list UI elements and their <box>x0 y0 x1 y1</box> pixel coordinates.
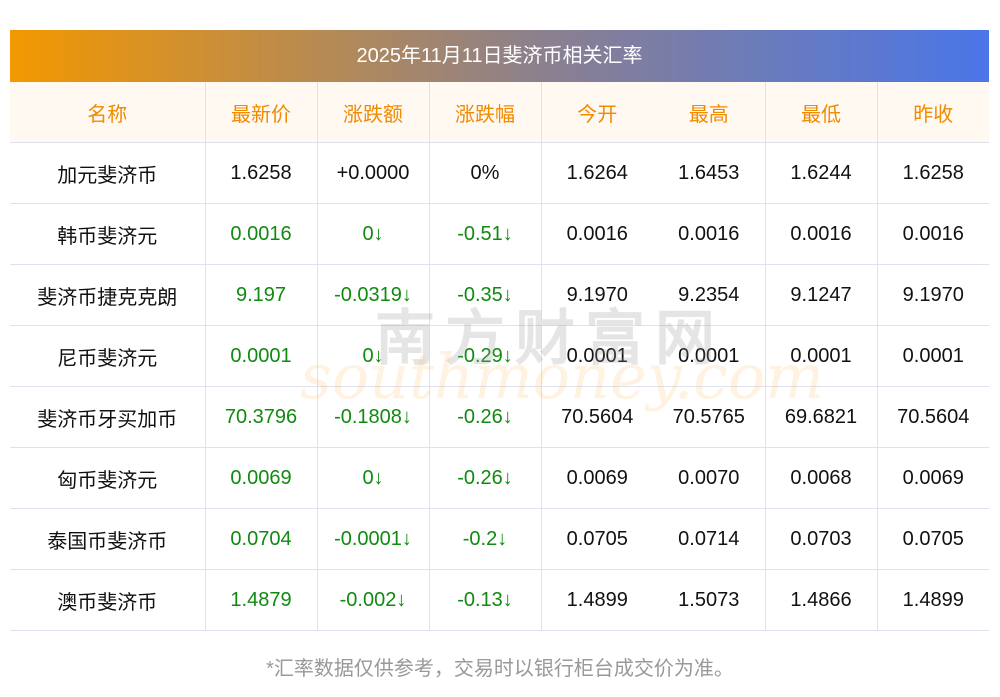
rate-cell: 0.0705 <box>877 508 989 570</box>
rate-cell: 1.6264 <box>541 142 653 204</box>
currency-pair-name: 泰国币斐济币 <box>10 508 206 570</box>
rate-cell: -0.35↓ <box>429 264 542 326</box>
table-row: 尼币斐济元 0.0001 0↓ -0.29↓ 0.0001 0.0001 0.0001 0.0… <box>10 325 989 387</box>
rate-cell: 0.0001 <box>877 325 989 387</box>
column-header: 涨跌额 <box>317 82 430 143</box>
rate-cell: 0.0068 <box>765 447 878 509</box>
rate-cell: 1.6258 <box>205 142 318 204</box>
rate-cell: 70.5765 <box>653 386 766 448</box>
rate-cell: 0.0001 <box>765 325 878 387</box>
rate-cell: 0.0069 <box>877 447 989 509</box>
rate-cell: -0.1808↓ <box>317 386 430 448</box>
table-row: 加元斐济币 1.6258 +0.0000 0% 1.6264 1.6453 1.6244 1.… <box>10 142 989 204</box>
rate-cell: 1.6244 <box>765 142 878 204</box>
rate-cell: 1.5073 <box>653 569 766 631</box>
rate-cell: 0.0703 <box>765 508 878 570</box>
rate-cell: 0% <box>429 142 542 204</box>
rate-cell: -0.002↓ <box>317 569 430 631</box>
rate-cell: 1.4899 <box>877 569 989 631</box>
rate-cell: 0.0001 <box>653 325 766 387</box>
rate-cell: 0.0704 <box>205 508 318 570</box>
rate-cell: 1.6453 <box>653 142 766 204</box>
currency-pair-name: 尼币斐济元 <box>10 325 206 387</box>
exchange-rate-table: 名称 最新价 涨跌额 涨跌幅 今开 最高 最低 昨收 加元斐济币 1.6258 +0.0000 0%… <box>10 82 989 631</box>
column-header: 最低 <box>765 82 878 143</box>
rate-cell: 0.0070 <box>653 447 766 509</box>
table-row: 韩币斐济元 0.0016 0↓ -0.51↓ 0.0016 0.0016 0.0016 0.0… <box>10 203 989 265</box>
rate-cell: 70.3796 <box>205 386 318 448</box>
rate-cell: 9.1970 <box>541 264 653 326</box>
rate-cell: 69.6821 <box>765 386 878 448</box>
rate-cell: 1.4899 <box>541 569 653 631</box>
currency-pair-name: 韩币斐济元 <box>10 203 206 265</box>
rate-cell: 70.5604 <box>541 386 653 448</box>
rate-cell: -0.2↓ <box>429 508 542 570</box>
rate-cell: 0.0001 <box>541 325 653 387</box>
rate-cell: 1.4866 <box>765 569 878 631</box>
rate-cell: -0.0001↓ <box>317 508 430 570</box>
currency-pair-name: 斐济币捷克克朗 <box>10 264 206 326</box>
rate-cell: -0.0319↓ <box>317 264 430 326</box>
rate-cell: 0↓ <box>317 203 430 265</box>
table-row: 澳币斐济币 1.4879 -0.002↓ -0.13↓ 1.4899 1.5073 1.48… <box>10 569 989 631</box>
rate-cell: 0.0069 <box>205 447 318 509</box>
page-title: 2025年11月11日斐济币相关汇率 <box>10 30 989 82</box>
column-header: 最高 <box>653 82 766 143</box>
rate-cell: 0.0016 <box>877 203 989 265</box>
rate-cell: 0.0016 <box>765 203 878 265</box>
column-header: 涨跌幅 <box>429 82 542 143</box>
table-row: 斐济币牙买加币 70.3796 -0.1808↓ -0.26↓ 70.5604 70.57… <box>10 386 989 448</box>
rate-cell: 0↓ <box>317 447 430 509</box>
currency-pair-name: 匈币斐济元 <box>10 447 206 509</box>
rate-cell: 1.4879 <box>205 569 318 631</box>
rate-cell: -0.13↓ <box>429 569 542 631</box>
column-header: 昨收 <box>877 82 989 143</box>
rate-cell: 70.5604 <box>877 386 989 448</box>
rate-cell: 1.6258 <box>877 142 989 204</box>
rate-cell: 0.0069 <box>541 447 653 509</box>
rate-cell: 0.0016 <box>205 203 318 265</box>
rate-cell: +0.0000 <box>317 142 430 204</box>
rate-cell: -0.26↓ <box>429 386 542 448</box>
disclaimer: *汇率数据仅供参考，交易时以银行柜台成交价为准。 <box>266 658 734 680</box>
rate-cell: -0.26↓ <box>429 447 542 509</box>
table-row: 泰国币斐济币 0.0704 -0.0001↓ -0.2↓ 0.0705 0.0714 0.0… <box>10 508 989 570</box>
currency-pair-name: 加元斐济币 <box>10 142 206 204</box>
table-row: 斐济币捷克克朗 9.197 -0.0319↓ -0.35↓ 9.1970 9.2354 9.… <box>10 264 989 326</box>
rate-cell: 0↓ <box>317 325 430 387</box>
rate-cell: 0.0016 <box>653 203 766 265</box>
rate-cell: -0.51↓ <box>429 203 542 265</box>
rate-cell: 0.0016 <box>541 203 653 265</box>
rate-cell: 0.0705 <box>541 508 653 570</box>
rate-cell: 9.2354 <box>653 264 766 326</box>
rate-cell: -0.29↓ <box>429 325 542 387</box>
rate-cell: 0.0001 <box>205 325 318 387</box>
rate-cell: 0.0714 <box>653 508 766 570</box>
column-header: 名称 <box>10 82 206 143</box>
table-header-row: 名称 最新价 涨跌额 涨跌幅 今开 最高 最低 昨收 <box>10 82 989 143</box>
rate-cell: 9.197 <box>205 264 318 326</box>
table-row: 匈币斐济元 0.0069 0↓ -0.26↓ 0.0069 0.0070 0.0068 0.0… <box>10 447 989 509</box>
currency-pair-name: 斐济币牙买加币 <box>10 386 206 448</box>
column-header: 最新价 <box>205 82 318 143</box>
rate-cell: 9.1970 <box>877 264 989 326</box>
column-header: 今开 <box>541 82 653 143</box>
rate-cell: 9.1247 <box>765 264 878 326</box>
currency-pair-name: 澳币斐济币 <box>10 569 206 631</box>
